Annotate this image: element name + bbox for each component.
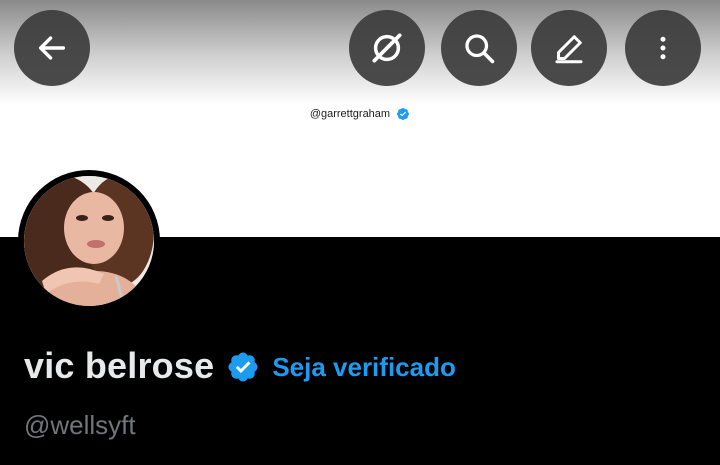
search-button[interactable] — [441, 10, 517, 86]
avatar[interactable] — [18, 170, 160, 312]
edit-profile-button[interactable] — [531, 10, 607, 86]
banner-handle-text: @garrettgraham — [309, 108, 391, 120]
grok-icon — [372, 33, 402, 63]
search-icon — [465, 34, 495, 64]
display-name: vic belrose — [24, 345, 215, 386]
get-verified-link[interactable]: Seja verificado — [272, 352, 456, 383]
profile-name-row: vic belrose Seja verificado — [24, 345, 456, 387]
banner-handle: @garrettgraham — [0, 107, 720, 121]
username: @wellsyft — [24, 410, 136, 440]
more-vertical-icon — [660, 36, 666, 60]
verified-badge-icon[interactable] — [226, 350, 260, 384]
back-button[interactable] — [14, 10, 90, 86]
arrow-left-icon — [38, 36, 66, 60]
edit-icon — [555, 35, 583, 64]
more-options-button[interactable] — [625, 10, 701, 86]
banner-verified-icon — [397, 108, 410, 120]
avatar-photo — [24, 176, 154, 306]
grok-button[interactable] — [349, 10, 425, 86]
